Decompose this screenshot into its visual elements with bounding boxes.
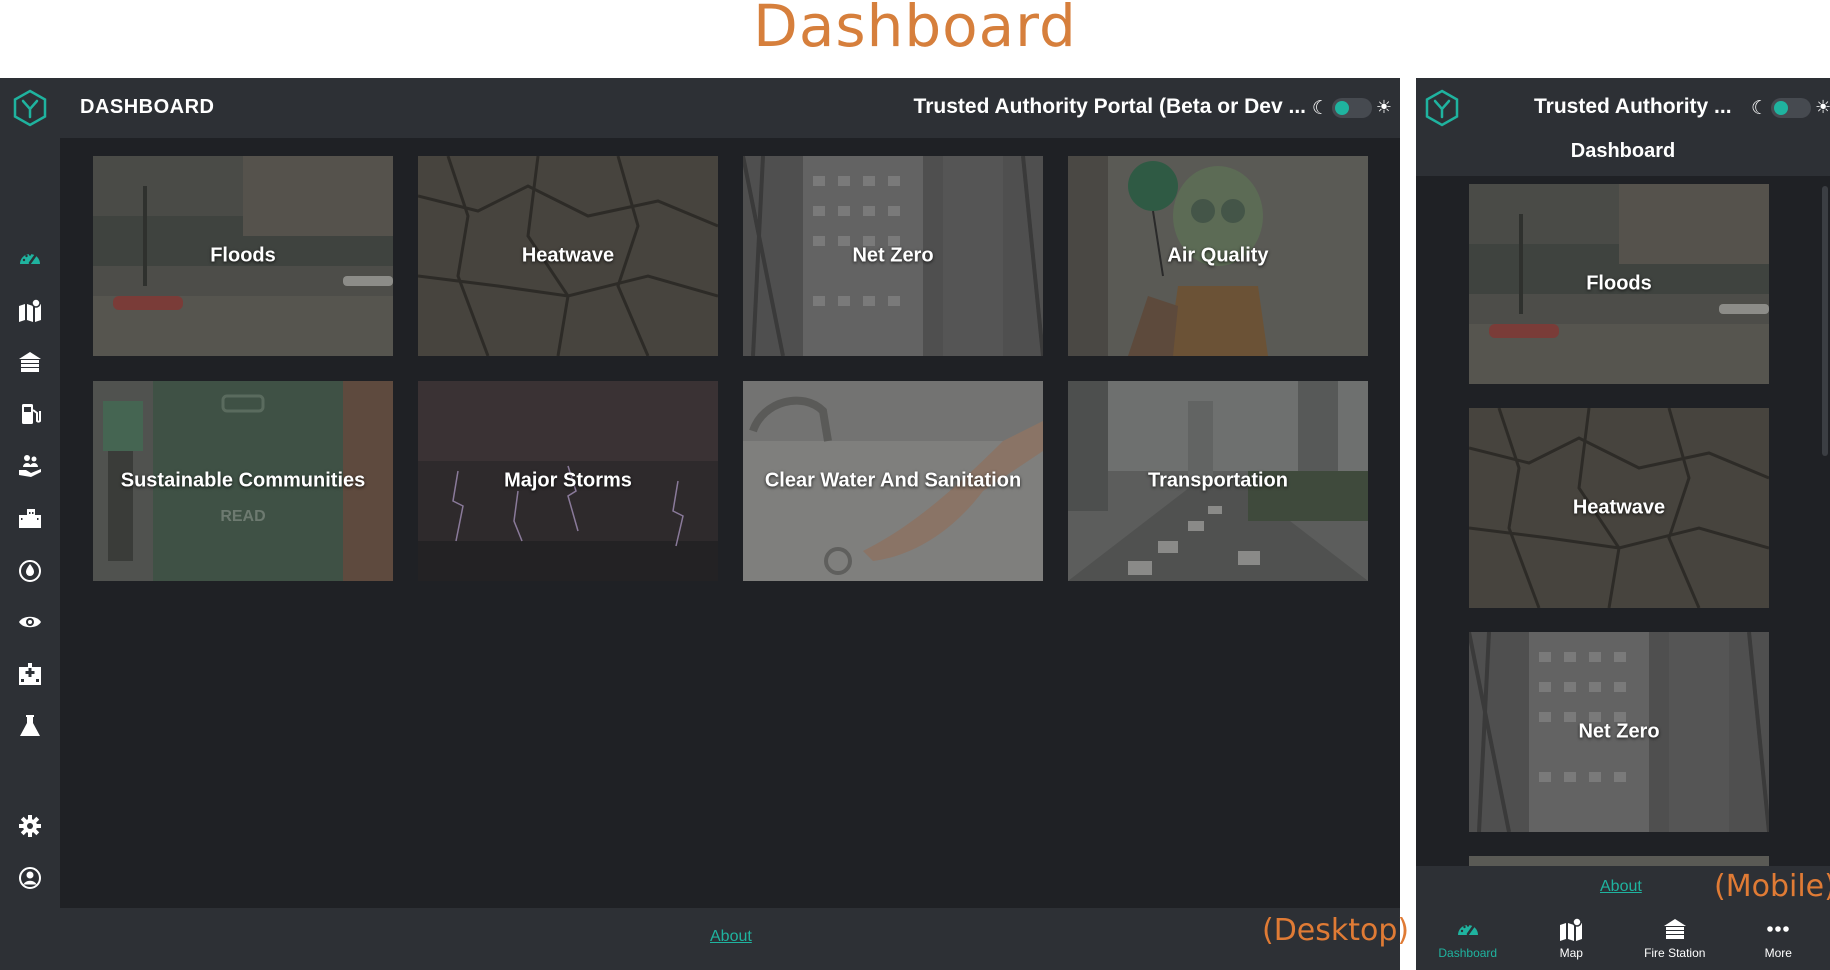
fuel-pump-icon bbox=[22, 404, 41, 424]
sun-icon: ☀ bbox=[1375, 97, 1392, 118]
page-title: Dashboard bbox=[753, 0, 1077, 60]
switch-knob bbox=[1334, 101, 1349, 115]
tile-label: Clear Water And Sanitation bbox=[764, 469, 1022, 492]
theme-toggle[interactable]: ☾ ☀ bbox=[1751, 98, 1830, 118]
nav-label: Map bbox=[1559, 946, 1583, 960]
nav-fire-station[interactable]: Fire Station bbox=[1623, 906, 1727, 970]
mobile-scrollbar[interactable] bbox=[1822, 186, 1828, 456]
tile-heatwave[interactable]: Heatwave bbox=[1469, 408, 1769, 608]
mobile-bottom-nav: Dashboard Map Fire Station More bbox=[1416, 906, 1830, 970]
theme-switch[interactable] bbox=[1331, 98, 1372, 118]
fire-station-icon bbox=[19, 352, 41, 372]
sidebar-item-account[interactable] bbox=[12, 860, 48, 896]
tile-transportation[interactable]: Transportation bbox=[1068, 381, 1368, 581]
sidebar-item-dashboard[interactable] bbox=[12, 240, 48, 276]
tile-heatwave[interactable]: Heatwave bbox=[418, 156, 718, 356]
theme-switch[interactable] bbox=[1771, 98, 1812, 118]
desktop-app: DASHBOARD Trusted Authority Portal (Beta… bbox=[0, 78, 1400, 970]
tile-sustainable-communities[interactable]: READ Sustainable Communities bbox=[93, 381, 393, 581]
flask-icon bbox=[20, 715, 40, 736]
community-hands-icon bbox=[19, 455, 41, 477]
dashboard-grid: Floods Heatwave Net Zero Air Quality REA… bbox=[60, 138, 1400, 908]
nav-dashboard[interactable]: Dashboard bbox=[1416, 906, 1520, 970]
fire-station-icon bbox=[1663, 919, 1686, 939]
eye-icon bbox=[19, 616, 41, 628]
tile-label: Floods bbox=[210, 244, 276, 267]
tile-label: Heatwave bbox=[521, 244, 615, 267]
tile-label: Transportation bbox=[1147, 469, 1288, 492]
hospital-icon bbox=[19, 663, 41, 685]
sidebar-item-settings[interactable] bbox=[12, 808, 48, 844]
tile-net-zero[interactable]: Net Zero bbox=[743, 156, 1043, 356]
tile-net-zero[interactable]: Net Zero bbox=[1469, 632, 1769, 832]
tile-label: Floods bbox=[1586, 272, 1652, 295]
mobile-header: Trusted Authority ... ☾ ☀ Dashboard bbox=[1416, 78, 1830, 176]
tile-air-quality[interactable]: Air Quality bbox=[1068, 156, 1368, 356]
tile-label: Net Zero bbox=[1578, 720, 1660, 743]
moon-icon: ☾ bbox=[1311, 97, 1329, 119]
user-account-icon bbox=[19, 867, 41, 889]
tile-major-storms[interactable]: Major Storms bbox=[418, 381, 718, 581]
sidebar-item-hospital[interactable] bbox=[12, 656, 48, 692]
settings-gear-icon bbox=[19, 815, 41, 837]
moon-icon: ☾ bbox=[1751, 97, 1769, 119]
dashboard-gauge-icon bbox=[1457, 924, 1478, 936]
sidebar-item-fuel[interactable] bbox=[12, 396, 48, 432]
tile-label: Heatwave bbox=[1572, 496, 1666, 519]
logo-icon bbox=[13, 89, 47, 127]
tile-label: Air Quality bbox=[1167, 244, 1269, 267]
water-drop-icon bbox=[19, 560, 41, 582]
sidebar-item-water[interactable] bbox=[12, 552, 48, 588]
tile-floods[interactable]: Floods bbox=[1469, 184, 1769, 384]
logo-icon bbox=[1425, 89, 1459, 127]
switch-knob bbox=[1774, 101, 1789, 115]
screenshot-root: Dashboard DASHBOARD Trusted Authority Po… bbox=[0, 0, 1830, 970]
tile-clear-water-and-sanitation[interactable]: Clear Water And Sanitation bbox=[743, 381, 1043, 581]
sidebar-item-lab[interactable] bbox=[12, 708, 48, 744]
desktop-header: DASHBOARD Trusted Authority Portal (Beta… bbox=[60, 78, 1400, 138]
desktop-annotation: (Desktop) bbox=[1262, 913, 1410, 948]
portal-title: Trusted Authority ... bbox=[1534, 95, 1732, 118]
mobile-annotation: (Mobile) bbox=[1714, 869, 1830, 904]
tile-label: Major Storms bbox=[504, 469, 632, 492]
nav-more[interactable]: More bbox=[1727, 906, 1830, 970]
sidebar-item-monitoring[interactable] bbox=[12, 604, 48, 640]
nav-label: More bbox=[1764, 946, 1792, 960]
dashboard-gauge-icon bbox=[20, 253, 40, 265]
app-logo[interactable] bbox=[10, 88, 50, 128]
svg-text:READ: READ bbox=[220, 508, 265, 525]
sidebar-item-fire-station[interactable] bbox=[12, 344, 48, 380]
nav-label: Dashboard bbox=[1438, 946, 1498, 960]
mobile-app: Trusted Authority ... ☾ ☀ Dashboard Floo… bbox=[1416, 78, 1830, 970]
tile-floods[interactable]: Floods bbox=[93, 156, 393, 356]
header-title: DASHBOARD bbox=[80, 96, 215, 118]
sidebar-item-map[interactable] bbox=[12, 292, 48, 328]
portal-title: Trusted Authority Portal (Beta or Dev ..… bbox=[913, 95, 1306, 118]
desktop-sidebar bbox=[0, 78, 60, 970]
about-link[interactable]: About bbox=[1600, 878, 1642, 896]
more-dots-icon bbox=[1767, 926, 1790, 932]
app-logo[interactable] bbox=[1422, 88, 1462, 128]
desktop-footer: About bbox=[60, 908, 1400, 970]
map-icon bbox=[1560, 917, 1583, 941]
mobile-page-subtitle: Dashboard bbox=[1570, 140, 1676, 162]
map-icon bbox=[19, 298, 41, 322]
tile-label: Sustainable Communities bbox=[120, 469, 366, 492]
sidebar-item-community[interactable] bbox=[12, 448, 48, 484]
nav-map[interactable]: Map bbox=[1520, 906, 1624, 970]
mobile-tile-list[interactable]: Floods Heatwave Net Zero bbox=[1416, 176, 1830, 866]
about-link[interactable]: About bbox=[710, 928, 752, 946]
tile-air-quality-partial[interactable] bbox=[1469, 856, 1769, 866]
buildings-icon bbox=[19, 509, 41, 528]
theme-toggle[interactable]: ☾ ☀ bbox=[1312, 98, 1392, 118]
sidebar-item-buildings[interactable] bbox=[12, 500, 48, 536]
sun-icon: ☀ bbox=[1815, 97, 1830, 118]
tile-label: Net Zero bbox=[852, 244, 934, 267]
nav-label: Fire Station bbox=[1644, 946, 1706, 960]
